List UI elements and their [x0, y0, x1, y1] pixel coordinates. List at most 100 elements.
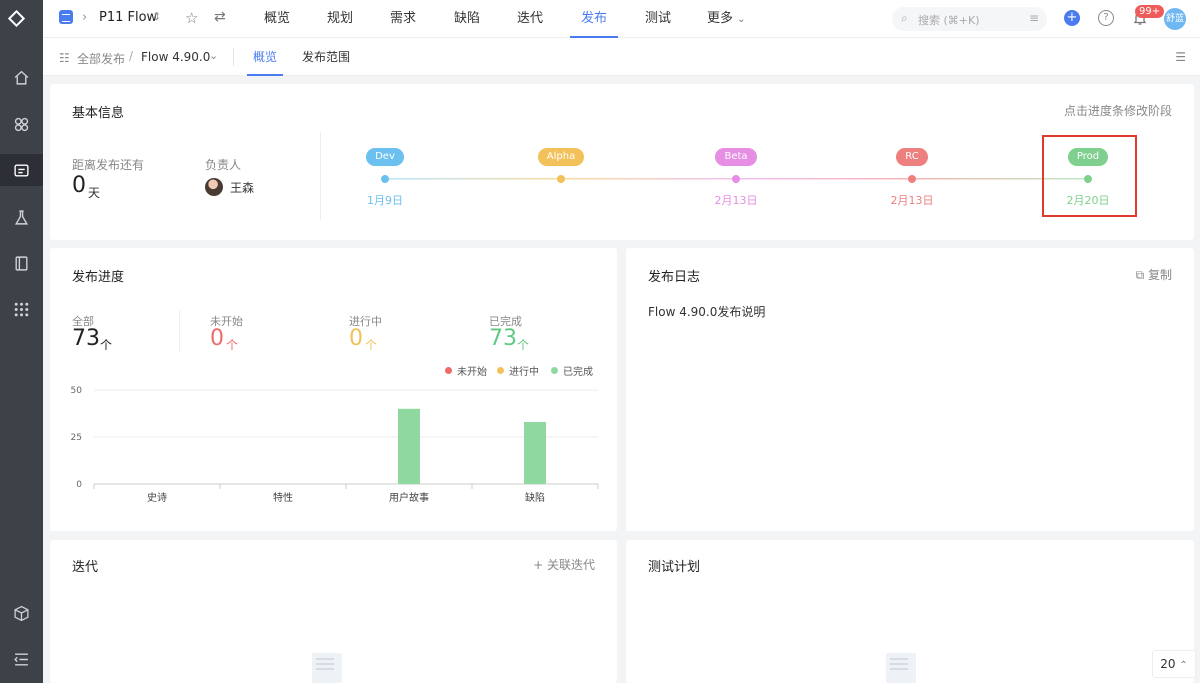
- release-progress-card: 发布进度 全部 73 个 未开始 0 个 进行中 0 个 已完成 73 个 未开…: [50, 248, 617, 531]
- rail-more-apps-icon[interactable]: [0, 293, 43, 325]
- copy-button[interactable]: ⧉ 复制: [1136, 266, 1172, 283]
- project-icon: [59, 10, 73, 24]
- basic-info-card: 基本信息 点击进度条修改阶段 距离发布还有 0 天 负责人 王森 Dev 1月9…: [50, 84, 1194, 240]
- rail-test-icon[interactable]: [0, 201, 43, 233]
- legend-done[interactable]: 已完成: [551, 363, 593, 378]
- chevron-right-icon: ›: [82, 10, 88, 25]
- breadcrumb-separator: /: [129, 49, 134, 63]
- release-log-title: 发布日志: [648, 270, 701, 285]
- stage-dev-dot[interactable]: [381, 175, 389, 183]
- link-iteration-label: 关联迭代: [546, 558, 595, 572]
- x-tick-label: 史诗: [147, 491, 167, 504]
- stage-alpha[interactable]: Alpha: [531, 148, 591, 166]
- stage-rc-label: RC: [896, 148, 928, 166]
- copy-icon: ⧉: [1135, 268, 1145, 282]
- empty-state-illustration: [886, 653, 916, 683]
- link-iteration-button[interactable]: + 关联迭代: [533, 556, 595, 573]
- rail-home-icon[interactable]: [0, 61, 43, 93]
- swap-icon[interactable]: ⇄: [214, 9, 226, 25]
- left-rail: [0, 0, 43, 683]
- iterations-title: 迭代: [72, 560, 99, 575]
- test-plan-title: 测试计划: [648, 560, 701, 575]
- stage-dev[interactable]: Dev: [355, 148, 415, 166]
- legend-not-started[interactable]: 未开始: [445, 363, 487, 378]
- view-list-icon[interactable]: ☰: [1175, 50, 1186, 64]
- tab-releases[interactable]: 发布: [570, 0, 618, 38]
- rail-cube-icon[interactable]: [0, 597, 43, 629]
- iterations-card: 迭代 + 关联迭代: [50, 540, 617, 683]
- divider: [179, 310, 180, 352]
- empty-state-illustration: [312, 653, 342, 683]
- stat-done-unit: 个: [517, 338, 530, 352]
- stage-rc-date: 2月13日: [890, 194, 934, 207]
- tab-more[interactable]: 更多 ⌄: [695, 0, 759, 38]
- x-tick-label: 特性: [273, 491, 293, 504]
- page-size-value: 20: [1160, 657, 1176, 671]
- subtab-release-scope[interactable]: 发布范围: [302, 38, 350, 76]
- tab-overview[interactable]: 概览: [251, 0, 303, 38]
- breadcrumb-all-releases[interactable]: 全部发布: [77, 50, 125, 67]
- search-input[interactable]: ⌕ 搜索 (⌘+K) ≡: [892, 7, 1047, 31]
- stage-timeline[interactable]: [50, 84, 1194, 240]
- rail-project-icon[interactable]: [0, 154, 43, 186]
- tab-iterations[interactable]: 迭代: [504, 0, 556, 38]
- project-switch-icon[interactable]: ⇕: [152, 10, 161, 23]
- app-logo-icon[interactable]: [7, 9, 34, 36]
- legend-in-progress[interactable]: 进行中: [497, 363, 539, 378]
- stage-alpha-dot[interactable]: [557, 175, 565, 183]
- plus-icon: +: [533, 558, 544, 572]
- rail-wiki-icon[interactable]: [0, 247, 43, 279]
- legend-label: 已完成: [563, 367, 593, 378]
- tab-defects[interactable]: 缺陷: [441, 0, 493, 38]
- copy-label: 复制: [1147, 268, 1172, 282]
- legend-label: 进行中: [509, 367, 539, 378]
- stage-alpha-label: Alpha: [537, 148, 585, 166]
- bar-2: [398, 408, 420, 484]
- page-size-control[interactable]: 20 ⌃: [1152, 650, 1196, 678]
- filter-icon[interactable]: ≡: [1029, 11, 1039, 25]
- stage-dev-date: 1月9日: [367, 194, 403, 207]
- stage-beta-dot[interactable]: [732, 175, 740, 183]
- legend-label: 未开始: [457, 367, 487, 378]
- chevron-down-icon[interactable]: ⌄: [209, 49, 218, 62]
- stat-done-value: 73: [489, 326, 517, 351]
- release-list-icon[interactable]: ☷: [59, 51, 70, 65]
- y-tick-label: 50: [71, 386, 83, 396]
- user-avatar[interactable]: 舒蓝: [1164, 8, 1186, 30]
- x-tick-label: 用户故事: [389, 491, 429, 504]
- stat-not-started-value: 0: [210, 326, 224, 351]
- divider: [233, 48, 234, 66]
- subtab-overview[interactable]: 概览: [247, 38, 284, 76]
- release-progress-title: 发布进度: [72, 270, 125, 285]
- tab-requirements[interactable]: 需求: [377, 0, 429, 38]
- rail-apps-icon[interactable]: [0, 108, 43, 140]
- stage-beta[interactable]: Beta: [706, 148, 766, 166]
- notification-badge: 99+: [1135, 5, 1165, 18]
- stage-beta-label: Beta: [715, 148, 757, 166]
- stat-total-unit: 个: [100, 338, 113, 352]
- stat-in-progress-unit: 个: [365, 338, 378, 352]
- stage-rc-dot[interactable]: [908, 175, 916, 183]
- tab-testing[interactable]: 测试: [632, 0, 684, 38]
- project-name[interactable]: P11 Flow: [99, 10, 157, 25]
- stat-not-started-unit: 个: [226, 338, 239, 352]
- release-notes-text: Flow 4.90.0发布说明: [648, 305, 766, 319]
- legend-swatch: [551, 367, 558, 374]
- legend-swatch: [445, 367, 452, 374]
- stage-rc[interactable]: RC: [882, 148, 942, 166]
- rail-collapse-icon[interactable]: [0, 643, 43, 675]
- y-tick-label: 25: [71, 433, 82, 443]
- tab-planning[interactable]: 规划: [314, 0, 366, 38]
- star-icon[interactable]: ☆: [185, 9, 198, 27]
- stat-total-value: 73: [72, 326, 100, 351]
- x-tick-label: 缺陷: [525, 491, 545, 504]
- stage-beta-date: 2月13日: [714, 194, 758, 207]
- bar-3: [524, 421, 546, 484]
- stage-dev-label: Dev: [366, 148, 404, 166]
- chevron-down-icon: ⌄: [737, 14, 746, 25]
- add-button[interactable]: +: [1064, 10, 1080, 26]
- top-bar: › P11 Flow ⇕ ☆ ⇄ 概览 规划 需求 缺陷 迭代 发布 测试 更多…: [43, 0, 1200, 38]
- release-version-select[interactable]: Flow 4.90.0: [141, 50, 210, 64]
- help-icon[interactable]: ?: [1098, 10, 1114, 26]
- sub-bar: ☷ 全部发布 / Flow 4.90.0 ⌄ 概览 发布范围 ☰: [43, 38, 1200, 76]
